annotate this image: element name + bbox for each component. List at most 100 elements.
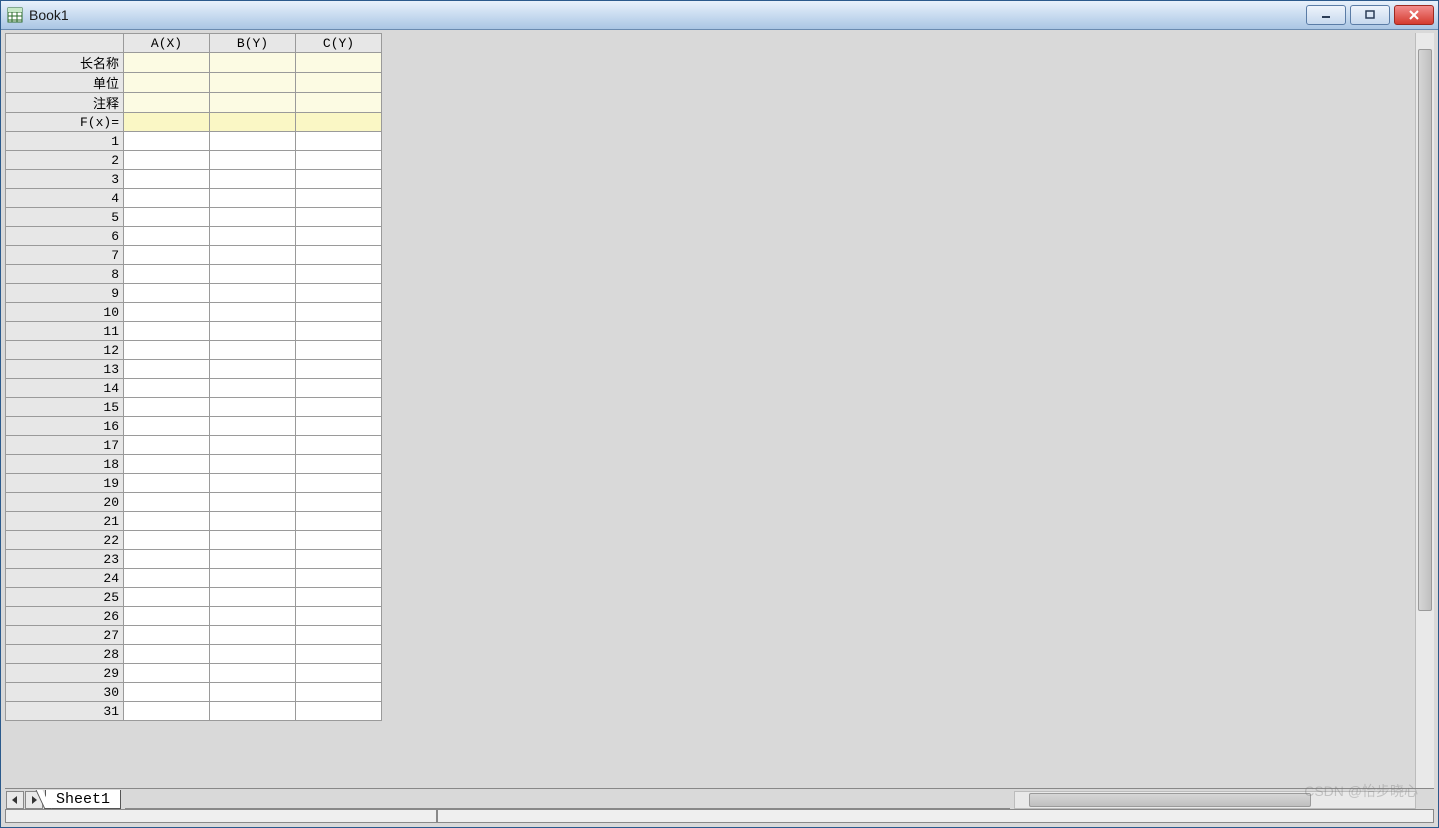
data-cell[interactable] xyxy=(124,341,210,360)
data-cell[interactable] xyxy=(210,303,296,322)
row-number[interactable]: 24 xyxy=(6,569,124,588)
data-cell[interactable] xyxy=(296,474,382,493)
sheet-tab[interactable]: Sheet1 xyxy=(45,790,121,809)
data-cell[interactable] xyxy=(210,493,296,512)
fx-cell[interactable] xyxy=(296,113,382,132)
data-cell[interactable] xyxy=(124,550,210,569)
fx-cell[interactable] xyxy=(210,113,296,132)
close-button[interactable] xyxy=(1394,5,1434,25)
data-cell[interactable] xyxy=(210,664,296,683)
row-number[interactable]: 6 xyxy=(6,227,124,246)
data-cell[interactable] xyxy=(296,512,382,531)
data-cell[interactable] xyxy=(296,265,382,284)
data-cell[interactable] xyxy=(296,531,382,550)
vertical-scrollbar[interactable] xyxy=(1415,33,1434,791)
data-cell[interactable] xyxy=(124,702,210,721)
data-cell[interactable] xyxy=(296,360,382,379)
data-cell[interactable] xyxy=(210,512,296,531)
data-cell[interactable] xyxy=(210,284,296,303)
data-cell[interactable] xyxy=(124,246,210,265)
row-number[interactable]: 28 xyxy=(6,645,124,664)
row-number[interactable]: 11 xyxy=(6,322,124,341)
data-cell[interactable] xyxy=(124,170,210,189)
data-cell[interactable] xyxy=(296,417,382,436)
data-cell[interactable] xyxy=(210,550,296,569)
data-cell[interactable] xyxy=(124,398,210,417)
row-number[interactable]: 31 xyxy=(6,702,124,721)
data-cell[interactable] xyxy=(124,645,210,664)
data-cell[interactable] xyxy=(210,531,296,550)
row-header-comments[interactable]: 注释 xyxy=(6,93,124,113)
data-cell[interactable] xyxy=(124,265,210,284)
row-number[interactable]: 26 xyxy=(6,607,124,626)
units-cell[interactable] xyxy=(296,73,382,93)
longname-cell[interactable] xyxy=(124,53,210,73)
data-cell[interactable] xyxy=(296,341,382,360)
data-cell[interactable] xyxy=(210,474,296,493)
data-cell[interactable] xyxy=(296,170,382,189)
row-number[interactable]: 22 xyxy=(6,531,124,550)
vertical-scroll-thumb[interactable] xyxy=(1418,49,1432,611)
units-cell[interactable] xyxy=(124,73,210,93)
data-cell[interactable] xyxy=(124,322,210,341)
row-number[interactable]: 10 xyxy=(6,303,124,322)
data-cell[interactable] xyxy=(210,151,296,170)
row-number[interactable]: 25 xyxy=(6,588,124,607)
data-cell[interactable] xyxy=(296,132,382,151)
row-number[interactable]: 13 xyxy=(6,360,124,379)
data-cell[interactable] xyxy=(210,379,296,398)
data-cell[interactable] xyxy=(124,303,210,322)
corner-cell[interactable] xyxy=(6,34,124,53)
row-header-fx[interactable]: F(x)= xyxy=(6,113,124,132)
data-cell[interactable] xyxy=(124,531,210,550)
data-cell[interactable] xyxy=(296,208,382,227)
data-cell[interactable] xyxy=(210,645,296,664)
row-number[interactable]: 4 xyxy=(6,189,124,208)
data-cell[interactable] xyxy=(296,493,382,512)
data-cell[interactable] xyxy=(124,588,210,607)
data-cell[interactable] xyxy=(210,189,296,208)
data-cell[interactable] xyxy=(124,132,210,151)
data-cell[interactable] xyxy=(210,132,296,151)
data-cell[interactable] xyxy=(296,189,382,208)
horizontal-scroll-thumb[interactable] xyxy=(1029,793,1311,807)
data-cell[interactable] xyxy=(124,455,210,474)
comments-cell[interactable] xyxy=(296,93,382,113)
row-header-longname[interactable]: 长名称 xyxy=(6,53,124,73)
data-cell[interactable] xyxy=(124,436,210,455)
data-cell[interactable] xyxy=(296,284,382,303)
data-cell[interactable] xyxy=(124,379,210,398)
longname-cell[interactable] xyxy=(296,53,382,73)
data-cell[interactable] xyxy=(124,227,210,246)
data-cell[interactable] xyxy=(124,493,210,512)
data-cell[interactable] xyxy=(296,683,382,702)
row-number[interactable]: 30 xyxy=(6,683,124,702)
worksheet-grid[interactable]: A(X) B(Y) C(Y) 长名称 单位 注释 xyxy=(5,33,382,721)
data-cell[interactable] xyxy=(296,607,382,626)
data-cell[interactable] xyxy=(210,265,296,284)
row-number[interactable]: 21 xyxy=(6,512,124,531)
row-number[interactable]: 5 xyxy=(6,208,124,227)
row-number[interactable]: 17 xyxy=(6,436,124,455)
data-cell[interactable] xyxy=(296,379,382,398)
row-header-units[interactable]: 单位 xyxy=(6,73,124,93)
data-cell[interactable] xyxy=(296,436,382,455)
comments-cell[interactable] xyxy=(124,93,210,113)
row-number[interactable]: 3 xyxy=(6,170,124,189)
column-header-b[interactable]: B(Y) xyxy=(210,34,296,53)
units-cell[interactable] xyxy=(210,73,296,93)
data-cell[interactable] xyxy=(296,303,382,322)
fx-cell[interactable] xyxy=(124,113,210,132)
data-cell[interactable] xyxy=(124,683,210,702)
row-number[interactable]: 27 xyxy=(6,626,124,645)
data-cell[interactable] xyxy=(296,626,382,645)
data-cell[interactable] xyxy=(210,208,296,227)
data-cell[interactable] xyxy=(210,170,296,189)
data-cell[interactable] xyxy=(296,398,382,417)
data-cell[interactable] xyxy=(296,645,382,664)
data-cell[interactable] xyxy=(210,588,296,607)
data-cell[interactable] xyxy=(210,417,296,436)
row-number[interactable]: 1 xyxy=(6,132,124,151)
row-number[interactable]: 20 xyxy=(6,493,124,512)
data-cell[interactable] xyxy=(296,246,382,265)
